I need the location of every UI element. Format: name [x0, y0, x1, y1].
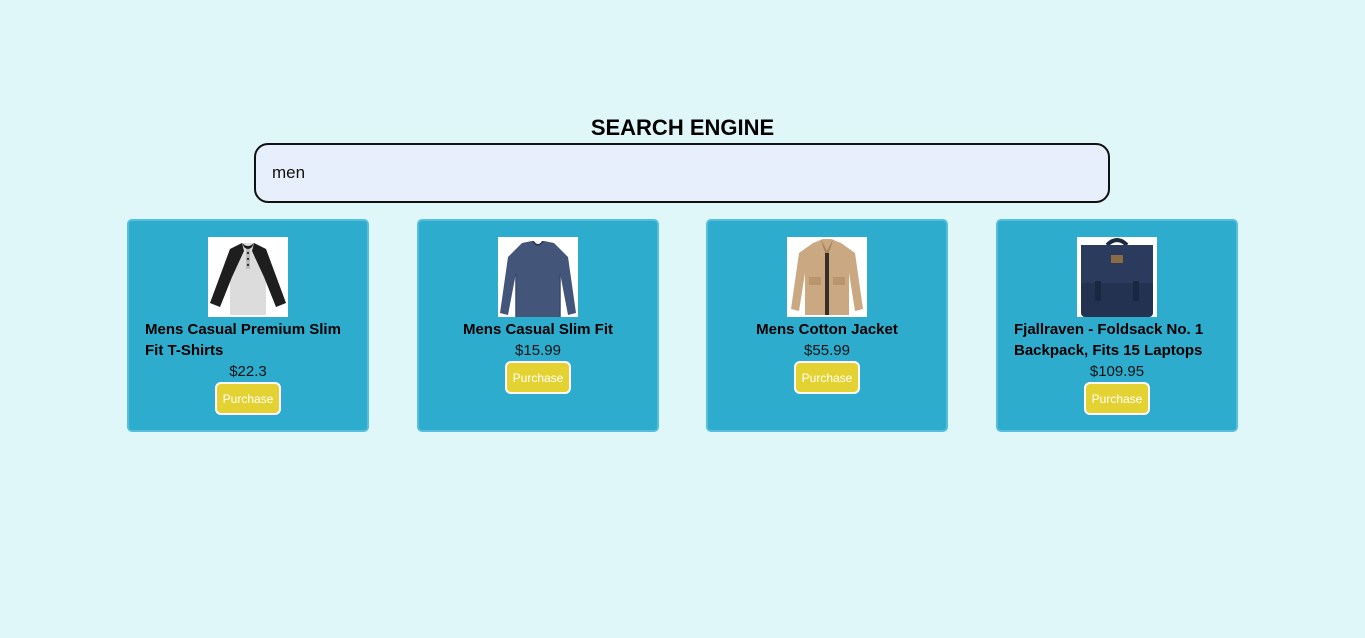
product-price: $109.95: [1089, 363, 1145, 380]
product-price: $22.3: [229, 363, 267, 380]
product-card: Mens Cotton Jacket $55.99 Purchase: [706, 219, 948, 432]
product-name: Mens Cotton Jacket: [756, 321, 898, 338]
purchase-button[interactable]: Purchase: [1083, 382, 1151, 415]
product-name: Mens Casual Slim Fit: [462, 321, 614, 338]
backpack-image: [1077, 237, 1157, 317]
product-price: $55.99: [804, 342, 850, 359]
page-title: SEARCH ENGINE: [590, 115, 775, 140]
product-name: Fjallraven - Foldsack No. 1 Backpack, Fi…: [1014, 321, 1204, 359]
search-input[interactable]: [254, 143, 1110, 203]
product-card: Mens Casual Slim Fit $15.99 Purchase: [417, 219, 659, 432]
product-card: Fjallraven - Foldsack No. 1 Backpack, Fi…: [996, 219, 1238, 432]
product-name: Mens Casual Premium Slim Fit T-Shirts: [145, 321, 341, 359]
purchase-button[interactable]: Purchase: [793, 361, 861, 394]
purchase-button[interactable]: Purchase: [214, 382, 282, 415]
long-sleeve-shirt-image: [498, 237, 578, 317]
purchase-button[interactable]: Purchase: [504, 361, 572, 394]
product-price: $15.99: [515, 342, 561, 359]
raglan-tshirt-image: [208, 237, 288, 317]
cotton-jacket-image: [787, 237, 867, 317]
product-card: Mens Casual Premium Slim Fit T-Shirts $2…: [127, 219, 369, 432]
